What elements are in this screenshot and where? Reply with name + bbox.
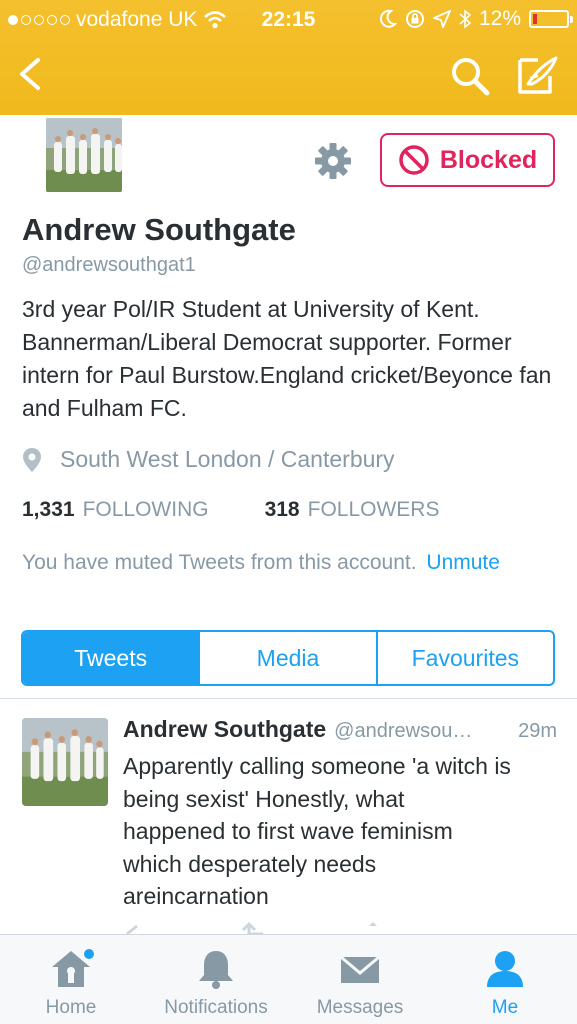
gear-icon[interactable] <box>314 142 352 180</box>
tab-favourites[interactable]: Favourites <box>375 632 553 684</box>
compose-icon[interactable] <box>512 54 560 98</box>
block-icon <box>399 145 429 175</box>
favourite-icon <box>369 922 377 926</box>
blocked-label: Blocked <box>439 145 538 174</box>
tweet-author-name[interactable]: Andrew Southgate <box>123 716 326 743</box>
tabbar-notifications-label: Notifications <box>164 997 268 1018</box>
location-arrow-icon <box>432 10 451 28</box>
followers-count: 318 <box>264 498 300 521</box>
tabbar-home[interactable]: Home <box>30 935 112 1024</box>
muted-notice: You have muted Tweets from this account.… <box>22 551 500 575</box>
profile-tabs: Tweets Media Favourites <box>21 630 555 686</box>
tweet-author-handle: @andrewsou… <box>334 720 473 742</box>
home-notification-dot <box>84 949 94 959</box>
tabbar-me-label: Me <box>491 997 519 1018</box>
profile-avatar[interactable] <box>44 116 124 194</box>
home-icon <box>48 947 94 991</box>
following-count: 1,331 <box>22 498 75 521</box>
tweet-avatar-photo <box>22 718 108 806</box>
location-pin-icon <box>23 447 41 472</box>
following-stat[interactable]: 1,331 FOLLOWING <box>22 498 209 522</box>
rotation-lock-icon <box>405 10 424 28</box>
profile-stats: 1,331 FOLLOWING 318 FOLLOWERS <box>22 498 439 522</box>
status-bar: vodafone UK 22:15 12% <box>0 0 577 40</box>
search-icon[interactable] <box>448 54 492 98</box>
battery-percent: 12% <box>478 7 521 30</box>
avatar-photo <box>46 118 122 192</box>
profile-name: Andrew Southgate <box>22 212 296 247</box>
blocked-button[interactable]: Blocked <box>380 133 555 187</box>
envelope-icon <box>337 947 383 991</box>
bottom-tab-bar: Home Notifications Messages Me <box>0 934 577 1024</box>
status-right: 12% <box>379 7 573 31</box>
tweet-avatar[interactable] <box>22 718 108 806</box>
muted-text: You have muted Tweets from this account. <box>22 551 417 574</box>
battery-icon <box>529 10 573 28</box>
person-icon <box>482 947 528 991</box>
tweet-text[interactable]: Apparently calling someone 'a witch is b… <box>123 750 563 913</box>
tabbar-me[interactable]: Me <box>470 935 540 1024</box>
tweet-timestamp: 29m <box>518 720 557 742</box>
header-bar: vodafone UK 22:15 12% <box>0 0 577 115</box>
following-label: FOLLOWING <box>82 498 209 521</box>
tweet-header: Andrew Southgate @andrewsou… 29m <box>123 716 557 743</box>
location-text: South West London / Canterbury <box>60 446 395 472</box>
bell-icon <box>193 947 239 991</box>
tabbar-notifications[interactable]: Notifications <box>150 935 282 1024</box>
followers-stat[interactable]: 318 FOLLOWERS <box>265 498 440 522</box>
moon-icon <box>380 9 397 28</box>
profile-handle: @andrewsouthgat1 <box>22 254 196 276</box>
tab-tweets[interactable]: Tweets <box>23 632 199 684</box>
reply-icon <box>126 924 138 936</box>
bluetooth-icon <box>459 9 471 29</box>
battery-fill <box>533 14 537 24</box>
tabbar-home-label: Home <box>45 997 97 1018</box>
profile-location: South West London / Canterbury <box>22 446 395 473</box>
tabbar-messages-label: Messages <box>316 997 404 1018</box>
unmute-link[interactable]: Unmute <box>426 551 500 574</box>
followers-label: FOLLOWERS <box>307 498 440 521</box>
divider <box>0 698 577 699</box>
chevron-left-icon[interactable] <box>12 52 52 96</box>
profile-bio: 3rd year Pol/IR Student at University of… <box>22 296 552 421</box>
tab-media[interactable]: Media <box>198 632 375 684</box>
retweet-icon <box>241 922 263 936</box>
tabbar-messages[interactable]: Messages <box>306 935 414 1024</box>
